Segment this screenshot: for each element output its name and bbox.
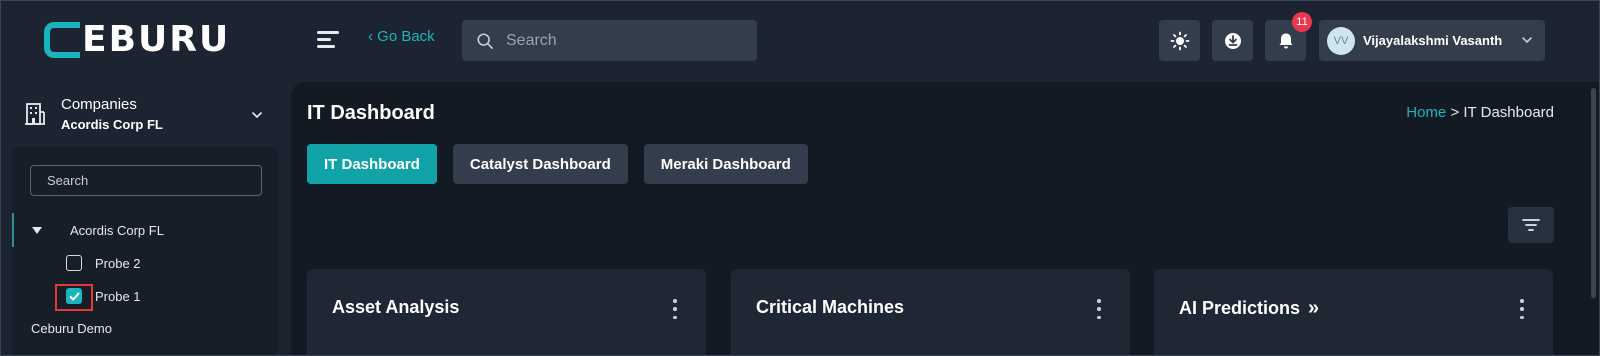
card-title-text: Asset Analysis bbox=[332, 297, 460, 317]
breadcrumb-current: IT Dashboard bbox=[1463, 104, 1554, 121]
tree-node-label: Acordis Corp FL bbox=[70, 223, 164, 238]
card-title: Asset Analysis bbox=[332, 297, 459, 318]
chevron-down-icon bbox=[252, 112, 262, 119]
search-input[interactable] bbox=[506, 31, 736, 50]
dashboard-tabs: IT Dashboard Catalyst Dashboard Meraki D… bbox=[307, 144, 808, 184]
notifications-button[interactable]: 11 bbox=[1265, 12, 1312, 61]
scrollbar[interactable] bbox=[1591, 88, 1596, 298]
sidebar: Companies Acordis Corp FL Acordis Corp F… bbox=[0, 82, 291, 356]
theme-toggle-button[interactable] bbox=[1159, 20, 1200, 61]
company-tree-panel: Acordis Corp FL Probe 2 Probe 1 Ceburu D… bbox=[12, 147, 278, 356]
breadcrumb-separator: > bbox=[1450, 104, 1460, 121]
tree-search-input[interactable] bbox=[30, 165, 262, 196]
more-options-icon[interactable] bbox=[1519, 299, 1525, 319]
bell-icon bbox=[1279, 33, 1292, 48]
user-menu-button[interactable]: VV Vijayalakshmi Vasanth bbox=[1319, 20, 1545, 61]
tree-node-ceburu-demo[interactable]: Ceburu Demo bbox=[31, 321, 112, 336]
card-title: AI Predictions » bbox=[1179, 297, 1319, 320]
top-header: EBURU ‹ Go Back Search 11 VV Vijayalaksh… bbox=[0, 0, 1600, 82]
checkbox[interactable] bbox=[66, 255, 82, 271]
filter-icon bbox=[1522, 219, 1540, 231]
chevron-down-icon bbox=[1522, 37, 1532, 44]
tab-catalyst-dashboard[interactable]: Catalyst Dashboard bbox=[452, 144, 628, 184]
main-content: IT Dashboard Home > IT Dashboard IT Dash… bbox=[291, 82, 1600, 356]
search-icon bbox=[477, 32, 494, 49]
card-title-text: AI Predictions bbox=[1179, 298, 1301, 318]
card-ai-predictions: AI Predictions » bbox=[1154, 269, 1553, 356]
tree-node-label: Ceburu Demo bbox=[31, 321, 112, 336]
notification-count-badge: 11 bbox=[1292, 12, 1312, 32]
building-icon bbox=[25, 103, 45, 125]
tree-node-root[interactable]: Acordis Corp FL bbox=[32, 223, 164, 238]
tree-node-label: Probe 1 bbox=[95, 288, 141, 304]
ceburu-logo[interactable]: EBURU bbox=[44, 20, 230, 60]
page-title: IT Dashboard bbox=[307, 102, 435, 124]
breadcrumb-home-link[interactable]: Home bbox=[1406, 104, 1446, 121]
download-icon bbox=[1224, 32, 1241, 49]
go-back-link[interactable]: ‹ Go Back bbox=[368, 28, 435, 45]
caret-down-icon[interactable] bbox=[32, 227, 42, 234]
checkmark-icon bbox=[69, 292, 79, 300]
more-options-icon[interactable] bbox=[1096, 299, 1102, 319]
card-asset-analysis: Asset Analysis bbox=[307, 269, 706, 356]
company-selector[interactable]: Companies Acordis Corp FL bbox=[24, 94, 274, 138]
tree-node-probe-2[interactable]: Probe 2 bbox=[66, 255, 141, 271]
card-title-text: Critical Machines bbox=[756, 297, 905, 317]
double-chevron-right-icon[interactable]: » bbox=[1308, 297, 1319, 320]
logo-c-mark bbox=[44, 22, 80, 58]
global-search bbox=[462, 20, 757, 61]
tab-it-dashboard[interactable]: IT Dashboard bbox=[307, 144, 437, 184]
card-title: Critical Machines bbox=[756, 297, 904, 318]
companies-label: Companies bbox=[61, 96, 137, 113]
tab-meraki-dashboard[interactable]: Meraki Dashboard bbox=[643, 144, 808, 184]
download-button[interactable] bbox=[1212, 20, 1253, 61]
more-options-icon[interactable] bbox=[672, 299, 678, 319]
user-name: Vijayalakshmi Vasanth bbox=[1363, 33, 1503, 48]
logo-text: EBURU bbox=[82, 19, 231, 60]
tree-node-probe-1[interactable]: Probe 1 bbox=[66, 288, 141, 304]
avatar: VV bbox=[1327, 26, 1355, 55]
breadcrumb: Home > IT Dashboard bbox=[1406, 104, 1554, 121]
tree-node-label: Probe 2 bbox=[95, 255, 141, 271]
checkbox-checked[interactable] bbox=[66, 288, 82, 304]
menu-icon[interactable] bbox=[317, 31, 339, 49]
filter-button[interactable] bbox=[1508, 207, 1554, 243]
sun-icon bbox=[1170, 31, 1189, 50]
selected-company: Acordis Corp FL bbox=[61, 117, 163, 132]
card-critical-machines: Critical Machines bbox=[731, 269, 1130, 356]
active-indicator bbox=[12, 213, 14, 247]
